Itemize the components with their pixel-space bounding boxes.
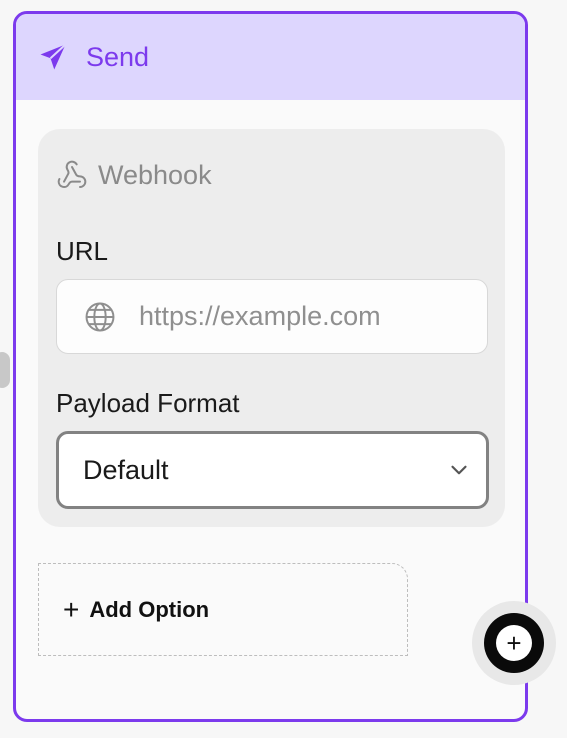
payload-format-value: Default (83, 454, 169, 485)
action-type: Webhook (56, 159, 212, 191)
webhook-action-panel: Webhook URL https://example.com Payload … (38, 129, 505, 527)
node-header: Send (16, 14, 525, 100)
add-node-ring: + (484, 613, 544, 673)
chevron-down-icon (446, 457, 472, 483)
globe-icon (83, 300, 117, 334)
plus-icon: + (63, 593, 80, 625)
payload-format-label: Payload Format (56, 388, 240, 418)
send-node-card[interactable]: Send Webhook URL https://example.com Pay… (13, 11, 528, 722)
url-input[interactable]: https://example.com (56, 279, 488, 354)
add-node-button[interactable]: + (472, 601, 556, 685)
webhook-icon (56, 159, 88, 191)
payload-format-select[interactable]: Default (56, 431, 489, 509)
paper-plane-icon (38, 42, 68, 72)
node-title: Send (86, 41, 150, 72)
connection-handle[interactable] (0, 352, 10, 388)
action-type-label: Webhook (98, 159, 212, 190)
add-option-button[interactable]: + Add Option (38, 563, 408, 656)
url-placeholder: https://example.com (139, 301, 381, 331)
add-node-plus-icon: + (496, 625, 532, 661)
url-label: URL (56, 236, 109, 266)
add-option-label: Add Option (89, 596, 210, 622)
